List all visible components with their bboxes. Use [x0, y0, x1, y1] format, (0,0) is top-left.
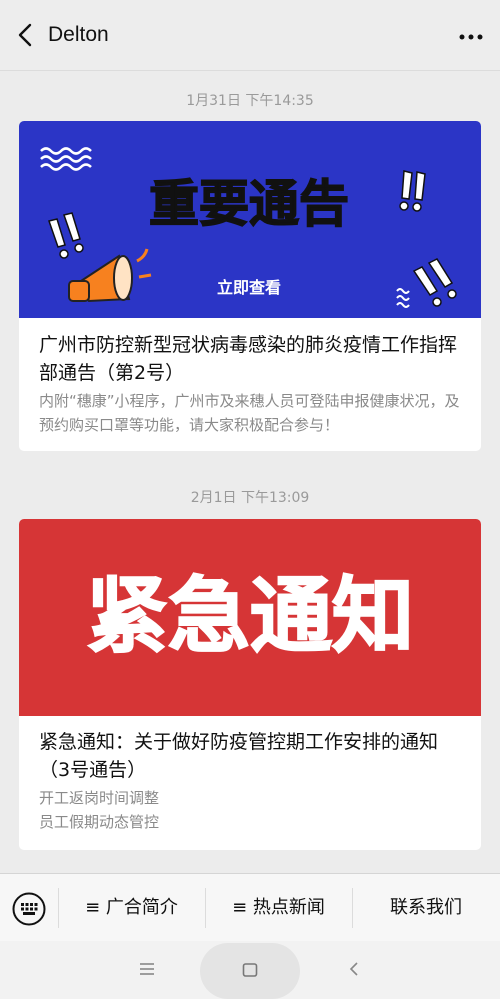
menu-nav-icon[interactable]: [138, 961, 156, 977]
message-timestamp: 2月1日 下午13:09: [190, 490, 310, 506]
banner-headline: 重要通告: [149, 175, 349, 233]
article-description: 内附“穗康”小程序，广州市及来穗人员可登陆申报健康状况，及预约购买口罩等功能，请…: [39, 392, 460, 434]
article-description-line: 员工假期动态管控: [39, 813, 160, 831]
menu-item-contact-us[interactable]: 联系我们: [352, 874, 500, 942]
system-navigation-bar: [0, 941, 500, 999]
home-nav-icon[interactable]: [242, 963, 258, 977]
article-card[interactable]: 紧急通知 紧急通知：关于做好防疫管控期工作安排的通知（3号通告） 开工返岗时间调…: [19, 519, 481, 850]
article-title[interactable]: 紧急通知：关于做好防疫管控期工作安排的通知（3号通告）: [39, 728, 464, 784]
banner-view-button-label: 立即查看: [217, 278, 281, 297]
back-arrow-icon[interactable]: [14, 22, 40, 48]
article-card[interactable]: 重要通告 立即查看 广州市防控新型冠状病毒感染的肺炎疫情工作指挥部通告（第2号）…: [19, 121, 481, 451]
menu-item-hot-news[interactable]: ≡ 热点新闻: [205, 874, 352, 942]
menu-item-company-intro[interactable]: ≡ 广合简介: [58, 874, 205, 942]
chat-title: Delton: [48, 23, 109, 46]
more-options-icon[interactable]: [456, 24, 486, 48]
header-bar: Delton: [0, 0, 500, 71]
article-title[interactable]: 广州市防控新型冠状病毒感染的肺炎疫情工作指挥部通告（第2号）: [39, 331, 464, 387]
banner-headline: 紧急通知: [86, 569, 414, 664]
back-nav-icon[interactable]: [348, 961, 360, 977]
keyboard-toggle-icon[interactable]: [12, 892, 46, 926]
article-description-line: 开工返岗时间调整: [39, 789, 160, 807]
urgent-notice-banner[interactable]: 紧急通知: [19, 519, 481, 716]
announcement-banner[interactable]: 重要通告 立即查看: [19, 121, 481, 318]
official-account-menu: ≡ 广合简介 ≡ 热点新闻 联系我们: [0, 873, 500, 942]
message-timestamp: 1月31日 下午14:35: [186, 93, 314, 109]
